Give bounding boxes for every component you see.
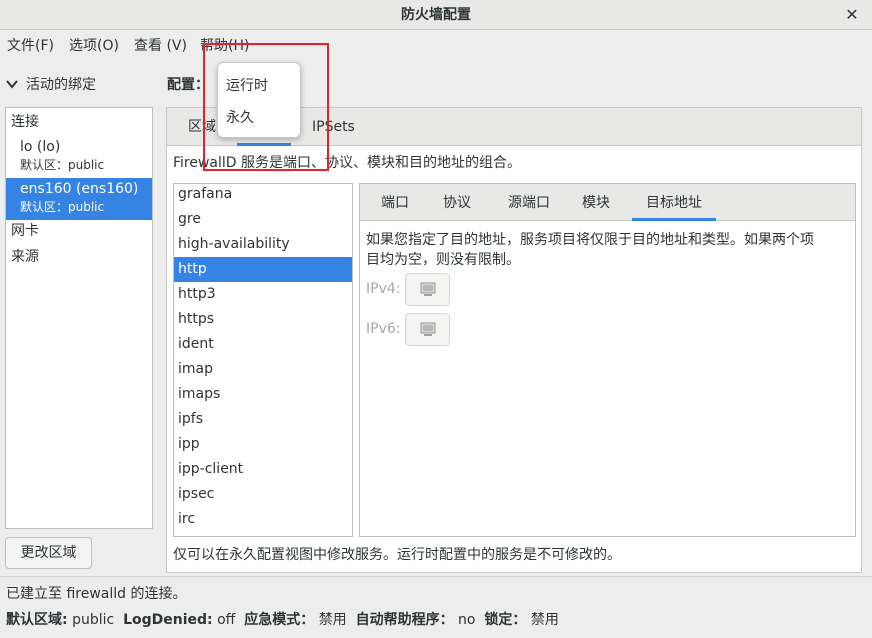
logdenied-value: off — [217, 612, 236, 628]
list-item[interactable]: ipsec — [174, 482, 352, 507]
list-item[interactable]: http3 — [174, 282, 352, 307]
default-zone-label: 默认区域: — [6, 612, 68, 628]
detail-tab-bar: 端口 协议 源端口 模块 目标地址 — [360, 184, 855, 221]
auto-helper-label: 自动帮助程序： — [355, 612, 454, 628]
list-item[interactable]: ipp-client — [174, 457, 352, 482]
ipv6-edit-button[interactable] — [405, 313, 450, 346]
destination-text-line2: 目均为空，则没有限制。 — [366, 252, 520, 268]
connection-name: lo (lo) — [20, 139, 61, 155]
lockdown-value: 禁用 — [530, 612, 559, 628]
default-zone-value: public — [72, 612, 115, 628]
list-item[interactable]: ipp — [174, 432, 352, 457]
menu-view[interactable]: 查看 (V) — [134, 31, 187, 61]
list-item[interactable]: high-availability — [174, 232, 352, 257]
connection-status: 已建立至 firewalld 的连接。 — [6, 586, 187, 602]
active-bindings-toggle[interactable]: 活动的绑定 — [6, 70, 96, 100]
highlight-box — [203, 43, 329, 171]
service-detail-notebook: 端口 协议 源端口 模块 目标地址 如果您指定了目的地址，服务项目将仅限于目的地… — [359, 183, 856, 537]
list-item[interactable]: ipfs — [174, 407, 352, 432]
group-interfaces: 网卡 — [11, 223, 39, 239]
lockdown-label: 锁定： — [484, 612, 527, 628]
list-item[interactable]: imap — [174, 357, 352, 382]
tab-source-ports[interactable]: 源端口 — [498, 184, 560, 221]
destination-text-line1: 如果您指定了目的地址，服务项目将仅限于目的地址和类型。如果两个项 — [366, 232, 814, 248]
menu-file[interactable]: 文件(F) — [7, 31, 54, 61]
auto-helper-value: no — [458, 612, 476, 628]
panic-mode-label: 应急模式： — [244, 612, 315, 628]
list-item[interactable]: irc — [174, 507, 352, 532]
service-list[interactable]: grafana gre high-availability http http3… — [173, 183, 353, 537]
connection-ens160[interactable]: ens160 (ens160) 默认区：public — [6, 178, 152, 220]
tab-destination[interactable]: 目标地址 — [632, 184, 716, 221]
panic-mode-value: 禁用 — [318, 612, 347, 628]
logdenied-label: LogDenied: — [123, 612, 213, 628]
close-icon[interactable]: ✕ — [842, 5, 862, 25]
status-bar: 已建立至 firewalld 的连接。 默认区域: public LogDeni… — [0, 576, 872, 638]
bindings-list: 连接 lo (lo) 默认区：public ens160 (ens160) 默认… — [5, 107, 153, 529]
list-item[interactable]: imaps — [174, 382, 352, 407]
services-footer-note: 仅可以在永久配置视图中修改服务。运行时配置中的服务是不可修改的。 — [173, 547, 621, 563]
status-details: 默认区域: public LogDenied: off 应急模式： 禁用 自动帮… — [6, 609, 559, 629]
connection-lo[interactable]: lo (lo) 默认区：public — [6, 136, 152, 178]
chevron-down-icon — [6, 71, 20, 101]
menu-options[interactable]: 选项(O) — [69, 31, 119, 61]
list-item-selected[interactable]: http — [174, 257, 352, 282]
tab-ports[interactable]: 端口 — [372, 184, 418, 221]
active-bindings-label: 活动的绑定 — [26, 77, 96, 93]
list-item[interactable]: ident — [174, 332, 352, 357]
connection-zone: 默认区：public — [20, 158, 105, 172]
tab-protocols[interactable]: 协议 — [434, 184, 480, 221]
ipv4-edit-button[interactable] — [405, 273, 450, 306]
change-zone-button[interactable]: 更改区域 — [5, 537, 92, 569]
ipv6-label: IPv6: — [366, 321, 401, 337]
group-sources: 来源 — [11, 249, 39, 265]
group-connections: 连接 — [11, 114, 39, 130]
menu-bar: 文件(F) 选项(O) 查看 (V) 帮助(H) — [0, 31, 872, 61]
network-icon — [420, 282, 436, 296]
ipv4-label: IPv4: — [366, 281, 401, 297]
list-item[interactable]: gre — [174, 207, 352, 232]
network-icon — [420, 322, 436, 336]
window-title: 防火墙配置 — [401, 7, 471, 23]
list-item[interactable]: grafana — [174, 184, 352, 207]
destination-description: 如果您指定了目的地址，服务项目将仅限于目的地址和类型。如果两个项 目均为空，则没… — [366, 230, 852, 270]
tab-destination-indicator — [632, 218, 716, 221]
list-item[interactable]: https — [174, 307, 352, 332]
tab-modules[interactable]: 模块 — [573, 184, 619, 221]
connection-name: ens160 (ens160) — [20, 181, 139, 197]
connection-zone: 默认区：public — [20, 200, 105, 214]
